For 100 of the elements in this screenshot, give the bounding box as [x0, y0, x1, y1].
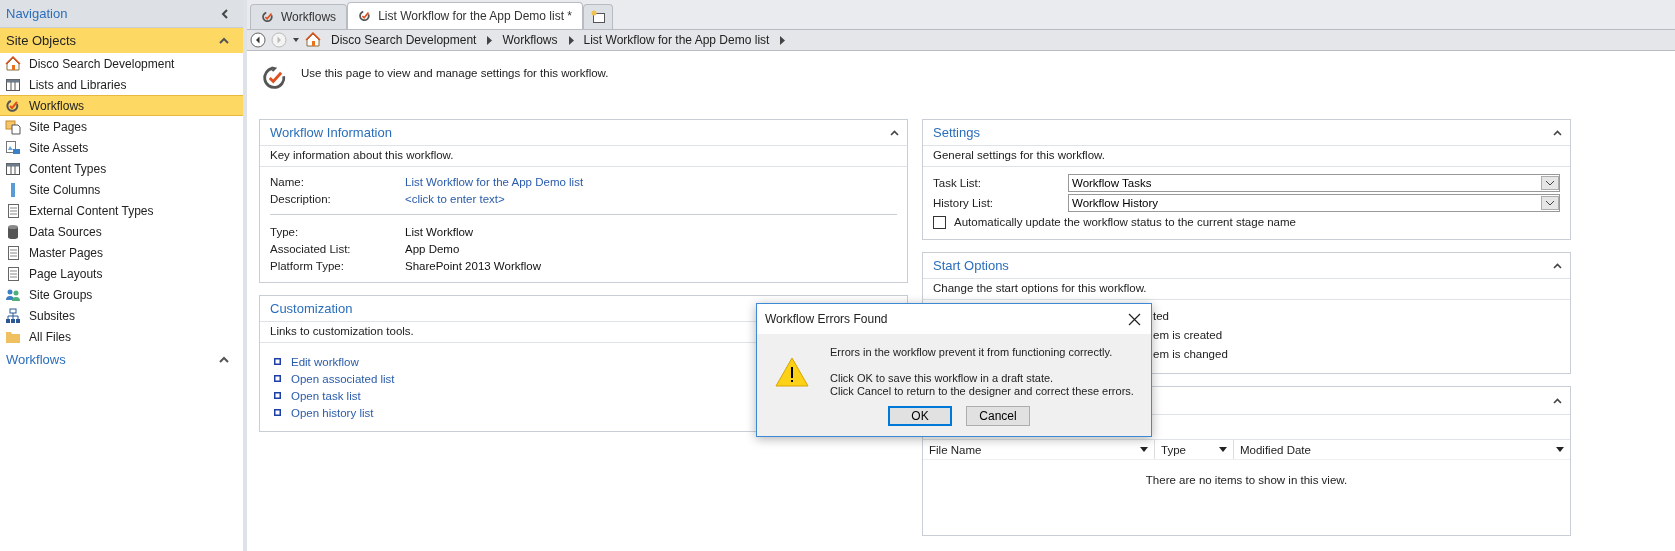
navigation-title: Navigation: [6, 6, 68, 21]
breadcrumb-link[interactable]: List Workflow for the App Demo list: [578, 33, 775, 47]
collapse-icon[interactable]: [1553, 397, 1562, 404]
field-label: Description:: [270, 192, 332, 205]
field-label: Task List:: [933, 177, 982, 189]
field-label: Associated List:: [270, 242, 352, 255]
start-option-label: em is created: [1153, 328, 1224, 343]
document-icon: [5, 202, 21, 219]
chevron-icon: [219, 37, 229, 44]
document-tab[interactable]: Workflows: [250, 4, 348, 29]
sidebar-item[interactable]: Workflows: [0, 95, 243, 116]
document-icon: [5, 265, 21, 282]
sidebar-item[interactable]: External Content Types: [0, 200, 243, 221]
table-icon: [5, 76, 21, 93]
checkbox-label: Automatically update the workflow status to the current stage name: [954, 216, 1296, 228]
hierarchy-icon: [5, 307, 21, 324]
sidebar-item[interactable]: Data Sources: [0, 221, 243, 242]
new-tab-button[interactable]: [583, 4, 613, 29]
table-icon: [5, 160, 21, 177]
customization-link[interactable]: Open associated list: [291, 372, 395, 385]
warning-icon: [775, 357, 809, 387]
workflow-icon: [5, 97, 21, 114]
workflow-icon: [261, 10, 275, 24]
instruction-text: Click OK to save this workflow in a draft state.: [830, 372, 1055, 385]
panel-title: Customization: [270, 301, 353, 316]
collapse-icon[interactable]: [221, 8, 229, 19]
home-icon: [305, 32, 321, 48]
customization-link[interactable]: Open history list: [291, 406, 374, 419]
panel-description: Key information about this workflow.: [260, 146, 907, 167]
collapse-icon[interactable]: [890, 129, 899, 136]
error-message: Errors in the workflow prevent it from functioning correctly.: [830, 346, 1114, 359]
checkbox[interactable]: [933, 215, 946, 229]
customization-link[interactable]: Edit workflow: [291, 355, 359, 368]
breadcrumb-link[interactable]: Disco Search Development: [326, 33, 482, 47]
field-link[interactable]: List Workflow for the App Demo list: [405, 175, 584, 188]
start-option-label: em is changed: [1153, 347, 1229, 362]
caret-icon[interactable]: [486, 35, 493, 45]
panel-description: General settings for this workflow.: [923, 146, 1570, 167]
sidebar-item[interactable]: Disco Search Development: [0, 53, 243, 74]
caret-icon[interactable]: [1140, 447, 1148, 452]
page-description: Use this page to view and manage settings for this workflow.: [301, 66, 609, 79]
empty-message: There are no items to show in this view.: [1144, 473, 1349, 486]
bullet-icon: [274, 409, 281, 416]
caret-icon[interactable]: [779, 35, 786, 45]
field-label: Type:: [270, 225, 300, 238]
customization-link[interactable]: Open task list: [291, 389, 361, 402]
field-value: SharePoint 2013 Workflow: [405, 259, 541, 272]
dialog-button[interactable]: Cancel: [966, 406, 1030, 426]
instruction-text: Click Cancel to return to the designer and correct these errors.: [830, 385, 1134, 398]
column-header[interactable]: Modified Date: [1234, 440, 1570, 459]
dropdown-icon[interactable]: [292, 37, 300, 43]
column-header[interactable]: Type: [1155, 440, 1234, 459]
list-dropdown[interactable]: Workflow Tasks: [1068, 174, 1560, 192]
section-header[interactable]: Workflows: [0, 347, 243, 372]
panel-description: Change the start options for this workflow.: [923, 279, 1570, 300]
bullet-icon: [274, 392, 281, 399]
start-option-label: ted: [1153, 309, 1170, 324]
panel-title: Workflow Information: [270, 125, 392, 140]
field-value: List Workflow: [405, 225, 474, 238]
sidebar-item[interactable]: Master Pages: [0, 242, 243, 263]
field-label: Platform Type:: [270, 259, 345, 272]
back-button[interactable]: [250, 32, 266, 48]
sidebar-item[interactable]: Site Groups: [0, 284, 243, 305]
sidebar-item[interactable]: Subsites: [0, 305, 243, 326]
sidebar-item[interactable]: Site Pages: [0, 116, 243, 137]
sidebar-item[interactable]: All Files: [0, 326, 243, 347]
sidebar-item[interactable]: Page Layouts: [0, 263, 243, 284]
bullet-icon: [274, 375, 281, 382]
sidebar-item[interactable]: Site Assets: [0, 137, 243, 158]
list-dropdown[interactable]: Workflow History: [1068, 194, 1560, 212]
dropdown-icon: [1541, 176, 1559, 190]
column-header[interactable]: File Name: [923, 440, 1155, 459]
bullet-icon: [274, 358, 281, 365]
section-header[interactable]: Site Objects: [0, 28, 243, 53]
sidebar-item[interactable]: Content Types: [0, 158, 243, 179]
workflow-icon: [358, 9, 373, 23]
home-icon: [5, 55, 21, 72]
collapse-icon[interactable]: [1553, 129, 1562, 136]
field-link[interactable]: <click to enter text>: [405, 192, 505, 205]
caret-icon[interactable]: [1556, 447, 1564, 452]
pages-icon: [5, 118, 21, 135]
sidebar-item[interactable]: Lists and Libraries: [0, 74, 243, 95]
dropdown-icon: [1541, 196, 1559, 210]
collapse-icon[interactable]: [1553, 262, 1562, 269]
database-icon: [5, 223, 21, 240]
field-label: Name:: [270, 175, 305, 188]
panel-title: Start Options: [933, 258, 1009, 273]
caret-icon[interactable]: [1219, 447, 1227, 452]
field-label: History List:: [933, 197, 995, 209]
assets-icon: [5, 139, 21, 156]
new-tab-icon: [590, 10, 606, 24]
chevron-icon: [219, 356, 229, 363]
sidebar-item[interactable]: Site Columns: [0, 179, 243, 200]
panel-title: Settings: [933, 125, 980, 140]
document-tab[interactable]: List Workflow for the App Demo list *: [347, 2, 583, 29]
breadcrumb-link[interactable]: Workflows: [497, 33, 563, 47]
caret-icon[interactable]: [567, 35, 574, 45]
document-icon: [5, 244, 21, 261]
close-icon[interactable]: [1128, 312, 1141, 326]
dialog-button[interactable]: OK: [888, 406, 952, 426]
